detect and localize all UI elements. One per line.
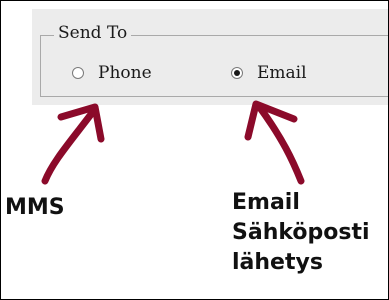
- caption-email: Email Sähköposti lähetys: [232, 188, 370, 278]
- caption-mms-line: MMS: [5, 195, 65, 220]
- caption-mms: MMS: [5, 193, 65, 223]
- screenshot-canvas: Send To Phone Email MMS Email Sähköposti…: [0, 0, 389, 300]
- caption-email-line-3: lähetys: [232, 250, 323, 275]
- caption-email-line-2: Sähköposti: [232, 220, 370, 245]
- caption-email-line-1: Email: [232, 190, 300, 215]
- arrow-to-phone-icon: [41, 105, 99, 185]
